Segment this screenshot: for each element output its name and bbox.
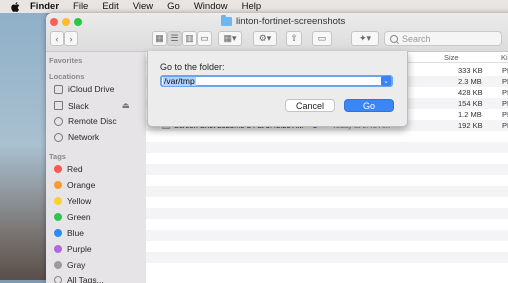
sidebar-tag-gray[interactable]: Gray: [54, 260, 85, 270]
table-row-empty: [146, 186, 508, 197]
dialog-label: Go to the folder:: [160, 62, 225, 72]
globe-icon: [54, 132, 63, 142]
folder-icon: [221, 15, 232, 26]
search-input[interactable]: Search: [384, 31, 502, 46]
tag-label: Green: [67, 212, 91, 222]
sidebar-tag-purple[interactable]: Purple: [54, 244, 92, 254]
tag-gray-icon: [54, 261, 62, 269]
list-view-button[interactable]: ☰: [167, 31, 182, 46]
sidebar-header-favorites: Favorites: [49, 56, 83, 65]
tag-label: Orange: [67, 180, 96, 190]
dropbox-icon[interactable]: ✦▾: [351, 31, 379, 46]
search-icon: [390, 34, 398, 43]
tag-orange-icon: [54, 181, 62, 189]
close-button[interactable]: [50, 18, 58, 26]
gallery-view-button[interactable]: ▭: [197, 31, 212, 46]
menu-view[interactable]: View: [133, 1, 153, 12]
forward-button[interactable]: ›: [64, 31, 78, 46]
back-button[interactable]: ‹: [50, 31, 64, 46]
zoom-button[interactable]: [74, 18, 82, 26]
window-title: linton-fortinet-screenshots: [221, 15, 346, 27]
tag-label: Blue: [67, 228, 85, 238]
tags-icon[interactable]: ▭: [312, 31, 332, 46]
sidebar-all-tags[interactable]: All Tags...: [54, 275, 104, 283]
sidebar: Favorites Locations iCloud Drive Slack ⏏…: [46, 52, 146, 283]
tag-label: Gray: [67, 260, 86, 270]
desktop-background: [0, 13, 46, 280]
table-row-empty: [146, 230, 508, 241]
sidebar-item-network[interactable]: Network: [54, 132, 99, 142]
tag-yellow-icon: [54, 197, 62, 205]
tag-label: All Tags...: [67, 275, 104, 283]
column-header-size[interactable]: Size: [444, 53, 459, 62]
menu-edit[interactable]: Edit: [102, 1, 118, 12]
cancel-button[interactable]: Cancel: [285, 99, 335, 112]
column-view-button[interactable]: ▥: [182, 31, 197, 46]
chevron-down-icon[interactable]: ⌄: [381, 76, 391, 86]
sidebar-tag-orange[interactable]: Orange: [54, 180, 95, 190]
search-placeholder: Search: [402, 33, 431, 44]
table-row-empty: [146, 219, 508, 230]
window-title-text: linton-fortinet-screenshots: [236, 16, 346, 27]
table-row-empty: [146, 208, 508, 219]
sidebar-item-icloud-drive[interactable]: iCloud Drive: [54, 84, 114, 94]
sidebar-item-label: Network: [68, 132, 100, 142]
tag-green-icon: [54, 213, 62, 221]
minimize-button[interactable]: [62, 18, 70, 26]
disc-icon: [54, 116, 63, 126]
tag-label: Purple: [67, 244, 92, 254]
table-row-empty: [146, 131, 508, 142]
sidebar-header-tags: Tags: [49, 152, 66, 161]
sidebar-item-label: iCloud Drive: [68, 84, 115, 94]
menu-go[interactable]: Go: [167, 1, 180, 12]
menu-help[interactable]: Help: [242, 1, 262, 12]
cloud-icon: [54, 84, 63, 94]
sidebar-tag-red[interactable]: Red: [54, 164, 83, 174]
go-button[interactable]: Go: [344, 99, 394, 112]
table-row-empty: [146, 263, 508, 274]
icon-view-button[interactable]: ▦: [152, 31, 167, 46]
tag-purple-icon: [54, 245, 62, 253]
share-icon[interactable]: ⇧: [286, 31, 302, 46]
table-row-empty: [146, 241, 508, 252]
sidebar-item-label: Remote Disc: [68, 116, 117, 126]
column-header-kind[interactable]: Ki: [501, 53, 508, 62]
sidebar-tag-green[interactable]: Green: [54, 212, 91, 222]
drive-icon: [54, 101, 63, 110]
sidebar-item-remote-disc[interactable]: Remote Disc: [54, 116, 117, 126]
apple-menu-icon[interactable]: [8, 0, 22, 13]
sidebar-item-label: Slack: [68, 100, 89, 111]
table-row-empty: [146, 197, 508, 208]
table-row-empty: [146, 252, 508, 263]
menu-bar: Finder File Edit View Go Window Help: [0, 0, 508, 13]
toolbar: linton-fortinet-screenshots ‹ › ▦ ☰ ▥ ▭ …: [46, 13, 508, 52]
menu-window[interactable]: Window: [194, 1, 228, 12]
table-row-empty: [146, 142, 508, 153]
sidebar-item-slack[interactable]: Slack ⏏: [54, 100, 130, 111]
table-row-empty: [146, 164, 508, 175]
table-row-empty: [146, 175, 508, 186]
action-gear-icon[interactable]: ⚙▾: [253, 31, 277, 46]
folder-path-input[interactable]: /var/tmp ⌄: [160, 75, 393, 87]
tag-red-icon: [54, 165, 62, 173]
menu-finder[interactable]: Finder: [30, 1, 59, 12]
eject-icon[interactable]: ⏏: [122, 100, 130, 111]
tag-blue-icon: [54, 229, 62, 237]
sidebar-tag-blue[interactable]: Blue: [54, 228, 84, 238]
tag-label: Red: [67, 164, 83, 174]
group-button[interactable]: ▦▾: [218, 31, 242, 46]
sidebar-header-locations: Locations: [49, 72, 85, 81]
folder-path-value: /var/tmp: [163, 76, 196, 86]
sidebar-tag-yellow[interactable]: Yellow: [54, 196, 91, 206]
go-to-folder-dialog: Go to the folder: /var/tmp ⌄ Cancel Go: [147, 51, 408, 127]
menu-file[interactable]: File: [73, 1, 88, 12]
table-row-empty: [146, 153, 508, 164]
tag-label: Yellow: [67, 196, 92, 206]
